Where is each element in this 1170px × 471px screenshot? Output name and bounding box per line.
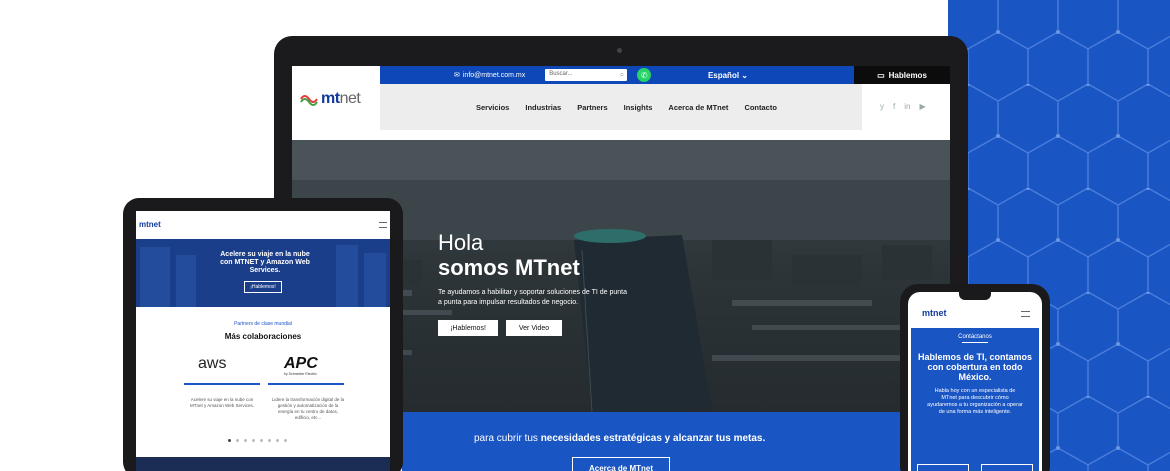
- hero-line1: Hola: [438, 230, 484, 255]
- main-nav: Servicios Industrias Partners Insights A…: [380, 84, 862, 130]
- language-selector[interactable]: Español ⌄: [708, 71, 748, 80]
- tablet-mockup: mtnet Acelere su viaje en la nube con MT…: [123, 198, 403, 471]
- tablet-subtitle: Partners de clase mundial: [234, 321, 292, 327]
- camera: [617, 48, 622, 53]
- social-links: y f in ▶: [880, 102, 926, 111]
- phone-button[interactable]: [917, 464, 969, 471]
- divider: [268, 383, 344, 385]
- phone-logo[interactable]: mtnet: [922, 308, 947, 318]
- phone-label: Contáctanos: [911, 334, 1039, 343]
- hero-text: Te ayudamos a habilitar y soportar soluc…: [438, 289, 627, 306]
- apc-sublabel: by Schneider Electric: [284, 372, 317, 376]
- carousel-dot[interactable]: [284, 439, 287, 442]
- carousel-dot[interactable]: [260, 439, 263, 442]
- nav-insights[interactable]: Insights: [624, 103, 653, 112]
- ver-video-button[interactable]: Ver Video: [506, 320, 562, 336]
- hablemos-label: Hablemos: [888, 70, 927, 80]
- search-icon[interactable]: ⌕: [620, 70, 624, 80]
- phone-button[interactable]: [981, 464, 1033, 471]
- facebook-icon[interactable]: f: [893, 102, 895, 111]
- search-input[interactable]: Buscar... ⌕: [545, 69, 628, 81]
- tablet-banner: Acelere su viaje en la nube con MTNET y …: [136, 239, 390, 307]
- hero-line2: somos MTnet: [438, 255, 580, 280]
- nav-partners[interactable]: Partners: [577, 103, 607, 112]
- apc-description: Lidere la transformación digital de la g…: [271, 397, 345, 420]
- carousel-dot[interactable]: [228, 439, 231, 442]
- carousel-dot[interactable]: [268, 439, 271, 442]
- band-prefix: para cubrir tus: [474, 433, 541, 444]
- phone-text: Habla hoy con un especialista de MTnet p…: [927, 388, 1023, 415]
- band-text: para cubrir tus necesidades estratégicas…: [474, 433, 765, 444]
- phone-contact-section: Contáctanos Hablemos de TI, contamos con…: [911, 328, 1039, 471]
- tablet-banner-button[interactable]: ¡Hablemos!: [244, 281, 282, 293]
- carousel-dot[interactable]: [276, 439, 279, 442]
- nav-acerca[interactable]: Acerca de MTnet: [668, 103, 728, 112]
- logo-text: mtnet: [321, 90, 361, 108]
- logo-light: net: [339, 90, 361, 107]
- acerca-button[interactable]: Acerca de MTnet: [572, 457, 670, 471]
- brand-logo[interactable]: mtnet: [300, 88, 361, 110]
- twitter-icon[interactable]: y: [880, 102, 884, 111]
- tablet-logo[interactable]: mtnet: [139, 220, 161, 229]
- tablet-menu-icon[interactable]: [379, 222, 387, 228]
- carousel-dot[interactable]: [236, 439, 239, 442]
- tablet-banner-title: Acelere su viaje en la nube con MTNET y …: [220, 251, 310, 274]
- nav-contacto[interactable]: Contacto: [744, 103, 777, 112]
- nav-industrias[interactable]: Industrias: [525, 103, 561, 112]
- tablet-footer-band: [136, 457, 390, 471]
- blue-band: para cubrir tus necesidades estratégicas…: [402, 412, 950, 471]
- aws-description: Acelere su viaje en la nube con MTnet y …: [190, 397, 254, 408]
- chevron-down-icon: ⌄: [741, 70, 748, 80]
- phone-mockup: mtnet Contáctanos Hablemos de TI, contam…: [900, 284, 1050, 471]
- hablemos-button[interactable]: ▭ Hablemos: [854, 66, 950, 84]
- hablemos-hero-button[interactable]: ¡Hablemos!: [438, 320, 498, 336]
- tablet-heading: Más colaboraciones: [224, 332, 302, 341]
- apc-logo[interactable]: APC: [284, 355, 318, 373]
- carousel-dot[interactable]: [252, 439, 255, 442]
- chat-icon: ▭: [877, 70, 885, 80]
- showcase: ✉ info@mtnet.com.mx Buscar... ⌕ ✆ Español …: [0, 0, 1170, 471]
- phone-menu-icon[interactable]: [1021, 311, 1030, 317]
- email-link[interactable]: ✉ info@mtnet.com.mx: [454, 71, 526, 80]
- band-bold: necesidades estratégicas y alcanzar tus …: [540, 433, 766, 444]
- linkedin-icon[interactable]: in: [904, 102, 910, 111]
- nav-servicios[interactable]: Servicios: [476, 103, 509, 112]
- phone-title: Hablemos de TI, contamos con cobertura e…: [917, 352, 1033, 382]
- logo-wave-icon: [300, 95, 318, 106]
- phone-screen: mtnet Contáctanos Hablemos de TI, contam…: [908, 292, 1042, 471]
- logo-bold: mt: [321, 90, 340, 107]
- language-label: Español: [707, 70, 740, 80]
- search-placeholder: Buscar...: [549, 71, 573, 77]
- youtube-icon[interactable]: ▶: [919, 102, 925, 111]
- carousel-dot[interactable]: [244, 439, 247, 442]
- aws-logo[interactable]: aws: [198, 355, 226, 373]
- phone-notch: [959, 292, 991, 300]
- carousel-dots: [228, 439, 287, 442]
- top-bar: ✉ info@mtnet.com.mx Buscar... ⌕ ✆ Español …: [380, 66, 854, 84]
- whatsapp-icon[interactable]: ✆: [637, 68, 652, 82]
- email-text: info@mtnet.com.mx: [462, 71, 526, 79]
- tablet-screen: mtnet Acelere su viaje en la nube con MT…: [136, 211, 390, 471]
- divider: [184, 383, 260, 385]
- hero-heading: Hola somos MTnet: [438, 230, 580, 280]
- mail-icon: ✉: [454, 72, 460, 79]
